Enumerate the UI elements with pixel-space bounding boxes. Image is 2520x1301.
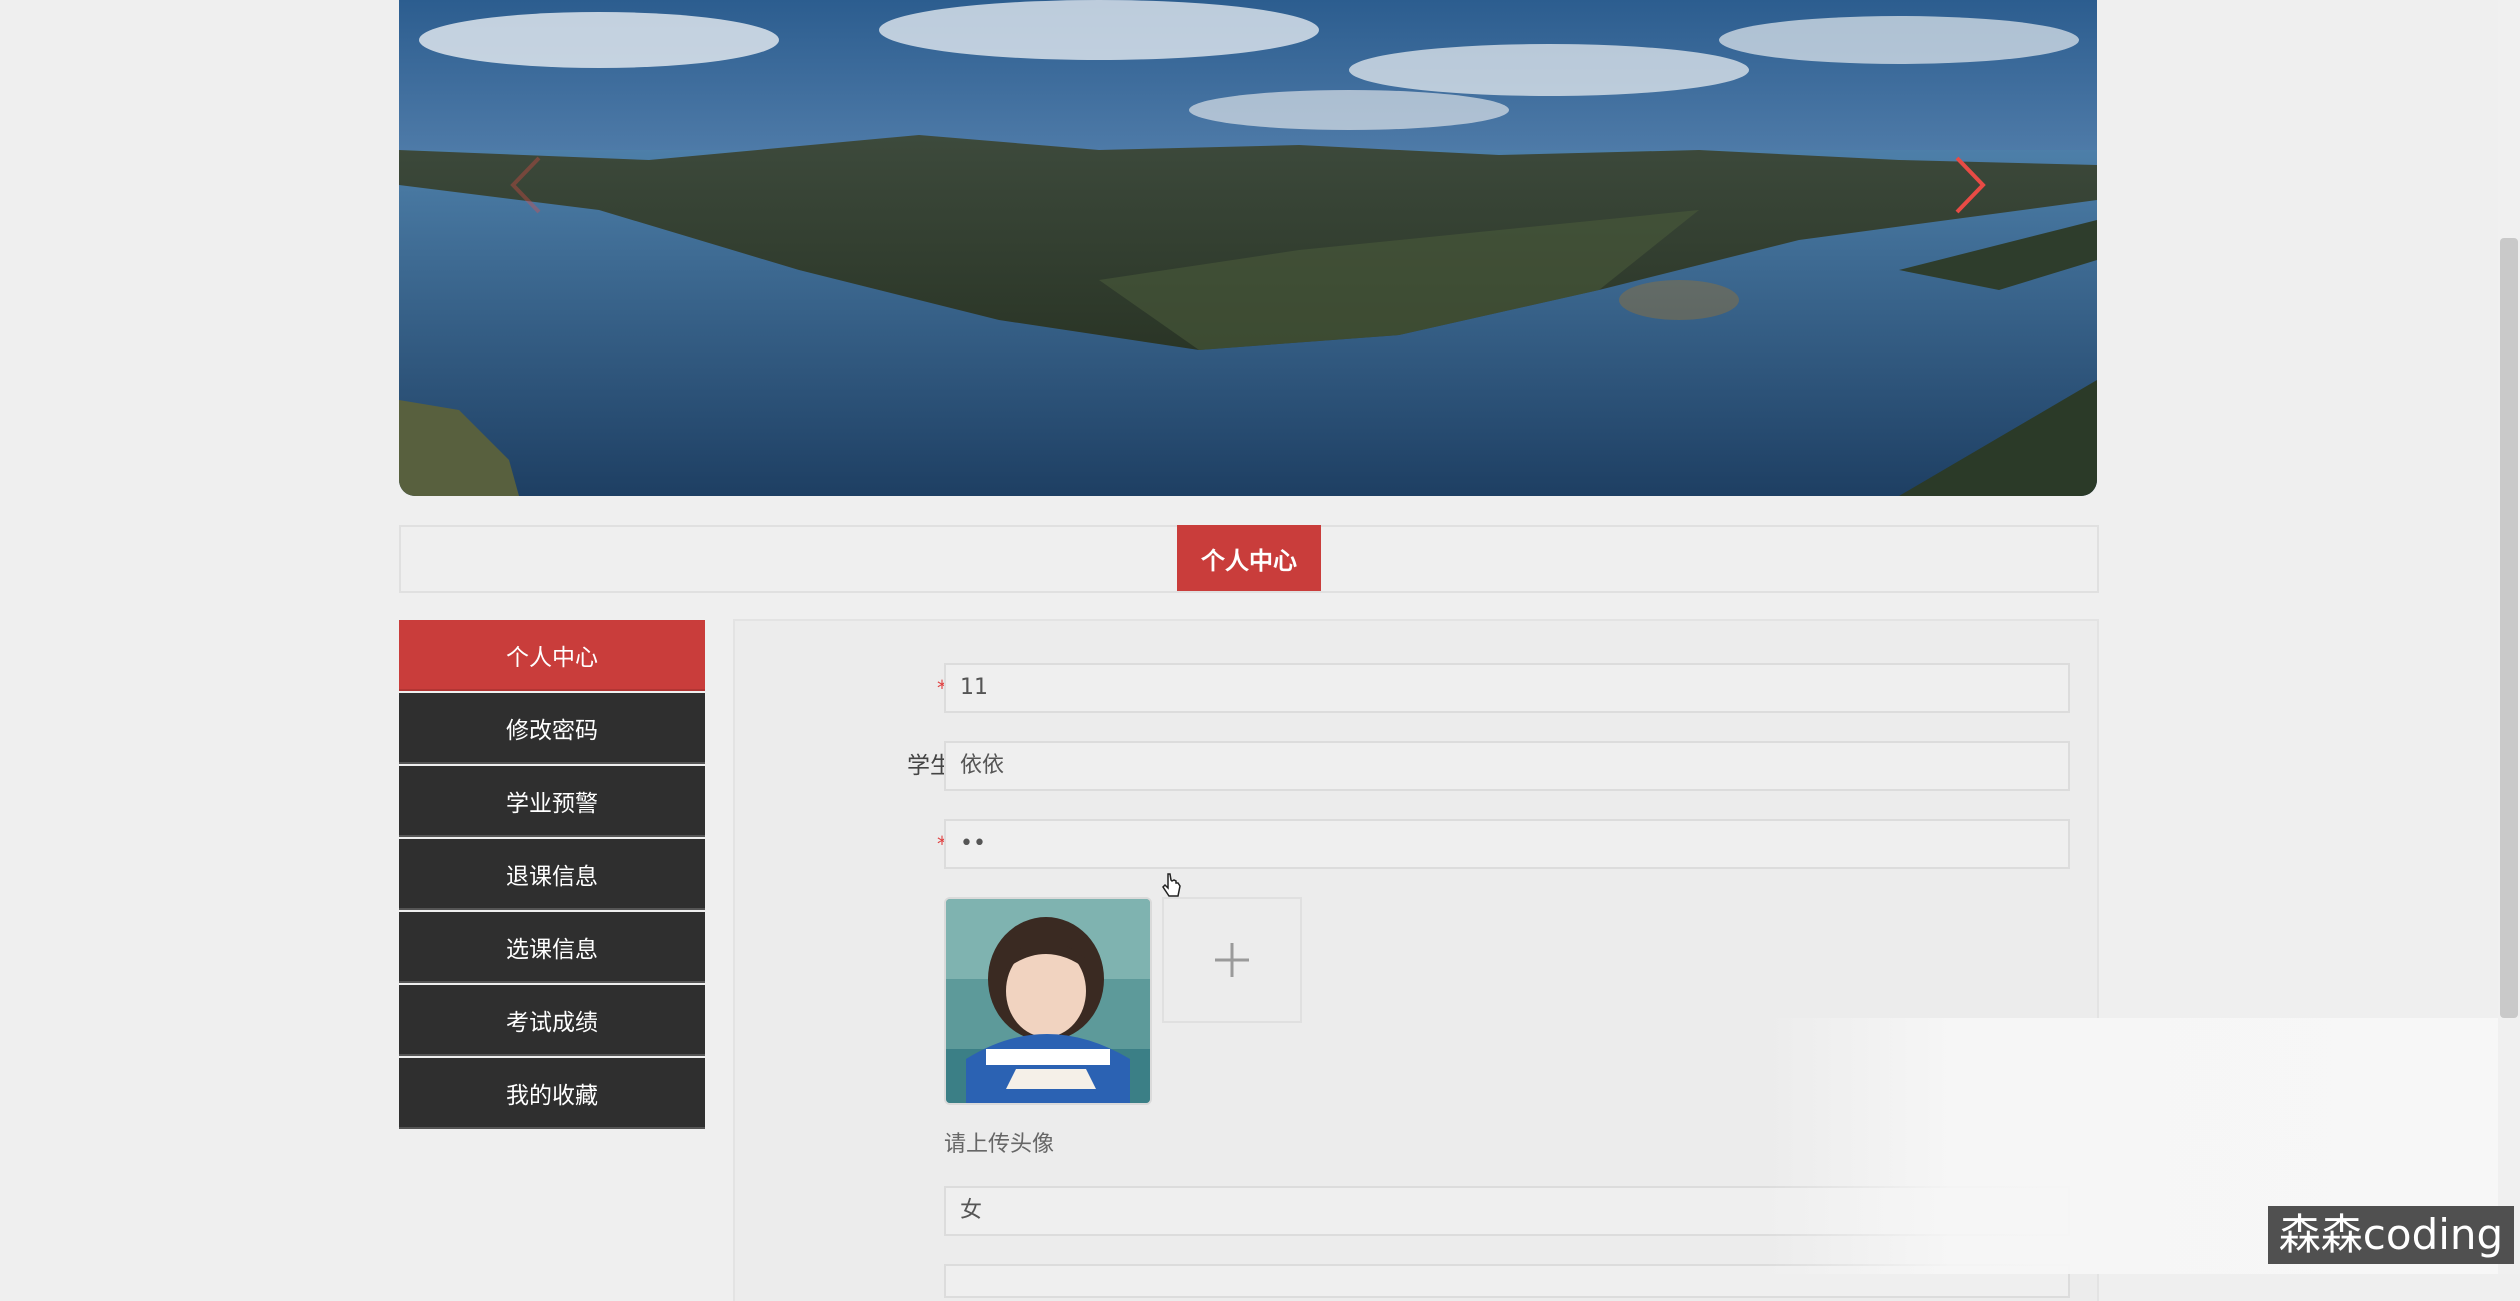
hand-cursor-icon [1162,873,1181,897]
upload-avatar-button[interactable] [1162,897,1302,1023]
page-title: 个人中心 [1177,525,1321,591]
landscape-image [399,0,2097,496]
sidebar-menu: 个人中心 修改密码 学业预警 退课信息 选课信息 考试成绩 我的收藏 [399,620,705,1131]
sidebar-item-change-password[interactable]: 修改密码 [399,693,705,764]
password-input[interactable] [944,819,2070,869]
scrollbar-thumb[interactable] [2500,238,2518,1018]
sidebar-item-academic-warning[interactable]: 学业预警 [399,766,705,837]
student-id-input[interactable] [944,663,2070,713]
banner-carousel [399,0,2097,496]
avatar-hint: 请上传头像 [944,1132,1055,1157]
avatar-image[interactable] [944,897,1152,1105]
chevron-right-icon[interactable] [1937,150,1997,220]
chevron-left-icon[interactable] [499,150,559,220]
avatar [946,899,1150,1103]
plus-icon [1215,943,1249,977]
sidebar-item-exam-scores[interactable]: 考试成绩 [399,985,705,1056]
page-title-bar: 个人中心 [399,525,2099,593]
sidebar-item-favorites[interactable]: 我的收藏 [399,1058,705,1129]
sidebar-item-course-selection[interactable]: 选课信息 [399,912,705,983]
sidebar-item-drop-course[interactable]: 退课信息 [399,839,705,910]
watermark: 森森coding [2268,1206,2514,1264]
student-name-input[interactable] [944,741,2070,791]
sidebar-item-profile[interactable]: 个人中心 [399,620,705,691]
